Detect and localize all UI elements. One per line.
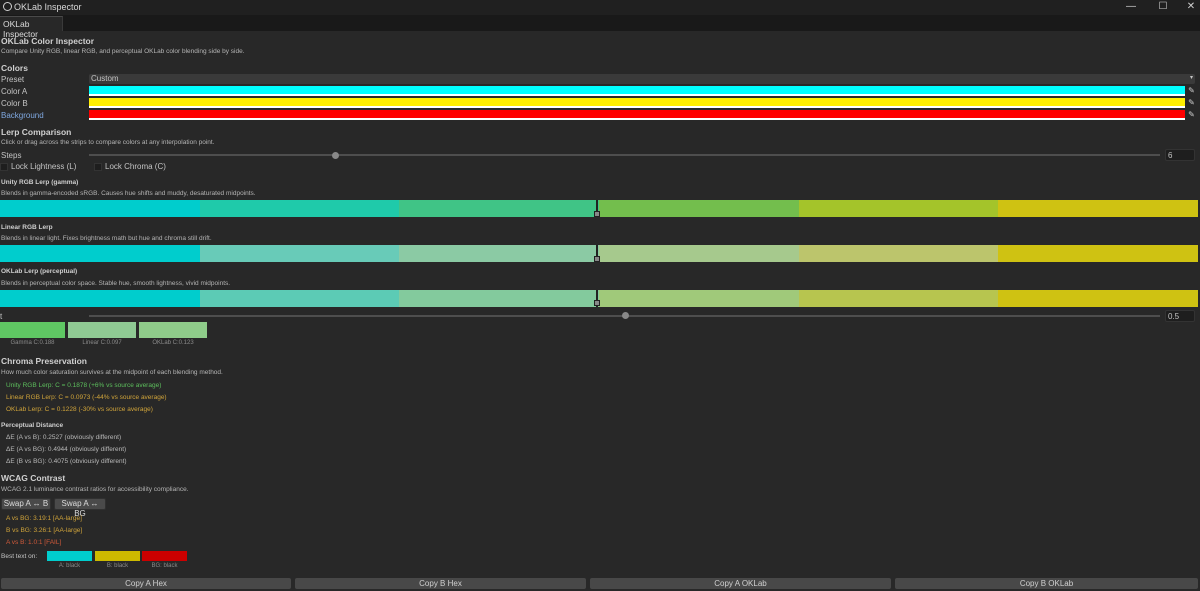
window-title: OKLab Inspector: [14, 2, 82, 12]
color-a-label: Color A: [1, 87, 28, 96]
app-icon: [3, 2, 12, 11]
t-marker-handle[interactable]: [594, 211, 600, 217]
best-text-caption: A: black: [58, 563, 81, 569]
best-text-label: Best text on:: [1, 553, 38, 560]
t-field[interactable]: 0.5: [1165, 310, 1195, 322]
strip-segment[interactable]: [199, 245, 400, 262]
copy-a-oklab-button[interactable]: Copy A OKLab: [590, 578, 891, 589]
strip-description: Blends in perceptual color space. Stable…: [1, 280, 231, 287]
preset-value: Custom: [91, 74, 119, 83]
inspector-description: Compare Unity RGB, linear RGB, and perce…: [1, 48, 245, 55]
chroma-line: Unity RGB Lerp: C = 0.1878 (+6% vs sourc…: [6, 382, 162, 389]
lock-chroma-label: Lock Chroma (C): [105, 162, 166, 171]
strip-segment[interactable]: [0, 290, 200, 307]
chroma-heading: Chroma Preservation: [1, 356, 87, 366]
contrast-line: B vs BG: 3.26:1 [AA-large]: [6, 527, 83, 534]
contrast-line: A vs B: 1.0:1 [FAIL]: [6, 539, 62, 546]
lerp-heading: Lerp Comparison: [1, 127, 72, 137]
chroma-description: How much color saturation survives at th…: [1, 369, 223, 376]
chip-caption: Gamma C:0.188: [10, 340, 55, 346]
linear-midpoint-chip: [68, 322, 136, 338]
best-text-bg-swatch: [142, 551, 187, 561]
strip-description: Blends in linear light. Fixes brightness…: [1, 235, 212, 242]
maximize-button[interactable]: ☐: [1148, 0, 1178, 15]
strip-segment[interactable]: [399, 200, 600, 217]
lock-lightness-checkbox[interactable]: [0, 163, 8, 171]
color-a-field[interactable]: [89, 86, 1185, 96]
tab-oklab-inspector[interactable]: OKLab Inspector: [0, 16, 63, 39]
steps-slider[interactable]: [89, 154, 1160, 156]
lerp-description: Click or drag across the strips to compa…: [1, 139, 215, 146]
strip-segment[interactable]: [798, 200, 999, 217]
background-label: Background: [1, 111, 44, 120]
strip-segment[interactable]: [0, 245, 200, 262]
lock-lightness-label: Lock Lightness (L): [11, 162, 77, 171]
wcag-heading: WCAG Contrast: [1, 473, 66, 483]
strip-title: Linear RGB Lerp: [1, 224, 53, 231]
distance-line: ΔE (B vs BG): 0.4075 (obviously differen…: [6, 458, 127, 465]
eyedropper-icon[interactable]: ✎: [1187, 110, 1196, 119]
strip-segment[interactable]: [998, 245, 1199, 262]
t-marker-handle[interactable]: [594, 256, 600, 262]
eyedropper-icon[interactable]: ✎: [1187, 98, 1196, 107]
minimize-button[interactable]: —: [1116, 0, 1146, 15]
strip-segment[interactable]: [599, 245, 799, 262]
oklab-midpoint-chip: [139, 322, 207, 338]
swap-a-b-button[interactable]: Swap A ↔ B: [1, 498, 51, 510]
copy-b-hex-button[interactable]: Copy B Hex: [295, 578, 586, 589]
best-text-b-swatch: [95, 551, 140, 561]
title-bar: [0, 0, 1200, 15]
strip-segment[interactable]: [399, 245, 600, 262]
contrast-line: A vs BG: 3.19:1 [AA-large]: [6, 515, 82, 522]
close-button[interactable]: ✕: [1176, 0, 1200, 15]
preset-label: Preset: [1, 75, 25, 84]
chroma-line: OKLab Lerp: C = 0.1228 (-30% vs source a…: [6, 406, 153, 413]
color-b-label: Color B: [1, 99, 28, 108]
strip-segment[interactable]: [199, 200, 400, 217]
inspector-title: OKLab Color Inspector: [1, 36, 95, 46]
strip-description: Blends in gamma-encoded sRGB. Causes hue…: [1, 190, 256, 197]
colors-heading: Colors: [1, 63, 28, 73]
strip-segment[interactable]: [599, 200, 799, 217]
preset-dropdown[interactable]: Custom ▾: [89, 74, 1195, 84]
strip-title: OKLab Lerp (perceptual): [1, 268, 78, 275]
steps-label: Steps: [1, 151, 22, 160]
copy-a-hex-button[interactable]: Copy A Hex: [1, 578, 291, 589]
strip-segment[interactable]: [798, 245, 999, 262]
swap-a-bg-button[interactable]: Swap A ↔ BG: [54, 498, 106, 518]
strip-segment[interactable]: [599, 290, 799, 307]
lock-chroma-checkbox[interactable]: [94, 163, 102, 171]
chroma-line: Linear RGB Lerp: C = 0.0973 (-44% vs sou…: [6, 394, 167, 401]
distance-line: ΔE (A vs B): 0.2527 (obviously different…: [6, 434, 122, 441]
strip-segment[interactable]: [0, 200, 200, 217]
tab-bar: [0, 15, 1200, 31]
gamma-midpoint-chip: [0, 322, 65, 338]
chip-caption: Linear C:0.097: [82, 340, 122, 346]
strip-title: Unity RGB Lerp (gamma): [1, 179, 79, 186]
t-marker-handle[interactable]: [594, 300, 600, 306]
best-text-caption: B: black: [106, 563, 129, 569]
strip-segment[interactable]: [199, 290, 400, 307]
t-label: t: [0, 312, 3, 321]
steps-field[interactable]: 6: [1165, 149, 1195, 161]
strip-segment[interactable]: [998, 290, 1199, 307]
strip-segment[interactable]: [798, 290, 999, 307]
background-color-field[interactable]: [89, 110, 1185, 120]
best-text-caption: BG: black: [151, 563, 178, 569]
color-b-field[interactable]: [89, 98, 1185, 108]
distance-heading: Perceptual Distance: [1, 422, 64, 429]
distance-line: ΔE (A vs BG): 0.4944 (obviously differen…: [6, 446, 127, 453]
best-text-a-swatch: [47, 551, 92, 561]
chevron-down-icon: ▾: [1189, 75, 1193, 81]
strip-segment[interactable]: [998, 200, 1199, 217]
t-slider-knob[interactable]: [621, 312, 629, 319]
copy-b-oklab-button[interactable]: Copy B OKLab: [895, 578, 1198, 589]
wcag-description: WCAG 2.1 luminance contrast ratios for a…: [1, 486, 189, 493]
strip-segment[interactable]: [399, 290, 600, 307]
chip-caption: OKLab C:0.123: [152, 340, 194, 346]
eyedropper-icon[interactable]: ✎: [1187, 86, 1196, 95]
steps-slider-knob[interactable]: [332, 152, 340, 159]
